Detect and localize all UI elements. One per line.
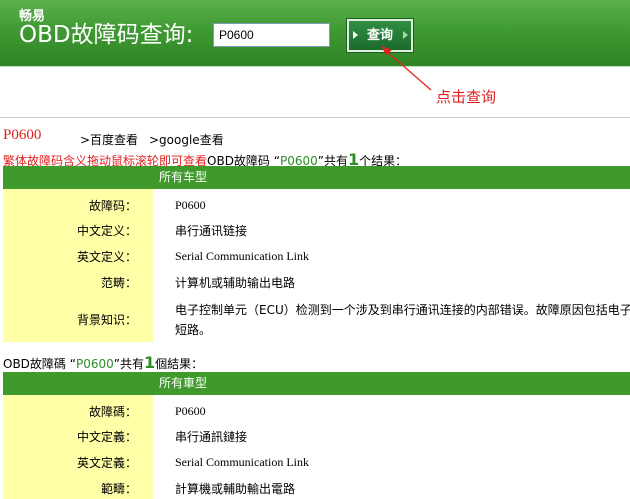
table-row: 背景知识： 电子控制单元（ECU）检测到一个涉及到串行通讯连接的内部错误。故障原… bbox=[3, 295, 630, 342]
table-row: 中文定義： 串行通訊鏈接 bbox=[3, 423, 630, 449]
row-label: 范畴： bbox=[3, 269, 153, 295]
header-banner: 畅易 OBD故障码查询: 查询 bbox=[0, 0, 630, 67]
row-value: 串行通讯链接 bbox=[175, 224, 248, 238]
table-row: 範疇： 計算機或輔助輸出電路 bbox=[3, 475, 630, 499]
arrow-right-icon bbox=[403, 31, 408, 39]
table-row: 中文定义： 串行通讯链接 bbox=[3, 217, 630, 243]
code-heading: P0600 bbox=[3, 127, 42, 143]
row-value: 計算機或輔助輸出電路 bbox=[175, 482, 296, 496]
notice-code: P0600 bbox=[75, 357, 114, 371]
google-link[interactable]: >google查看 bbox=[149, 131, 224, 148]
row-value: 计算机或辅助输出电路 bbox=[175, 276, 296, 290]
background-text: 电子控制单元（ECU）检测到一个涉及到串行通讯连接的内部错误。故障原因包括电子 bbox=[175, 303, 630, 317]
table-row: 英文定義： Serial Communication Link bbox=[3, 449, 630, 475]
result-table-traditional: 故障碼： P0600 中文定義： 串行通訊鏈接 英文定義： Serial Com… bbox=[3, 395, 630, 499]
click-hint-note: 点击查询 bbox=[436, 88, 497, 106]
notice-count: 1 bbox=[143, 353, 156, 372]
table-row: 范畴： 计算机或辅助输出电路 bbox=[3, 269, 630, 295]
code-search-input[interactable] bbox=[213, 23, 330, 47]
row-label: 英文定義： bbox=[3, 449, 153, 475]
table-row: 英文定义： Serial Communication Link bbox=[3, 243, 630, 269]
row-label: 範疇： bbox=[3, 475, 153, 499]
divider bbox=[0, 117, 630, 118]
row-label: 中文定义： bbox=[3, 217, 153, 243]
row-value: 电子控制单元（ECU）检测到一个涉及到串行通讯连接的内部错误。故障原因包括电子 … bbox=[175, 300, 630, 340]
background-text-cont: 短路。 bbox=[175, 323, 212, 337]
query-button-label: 查询 bbox=[366, 28, 393, 43]
row-value: 串行通訊鏈接 bbox=[175, 430, 248, 444]
baidu-link[interactable]: >百度查看 bbox=[80, 131, 138, 148]
tool-title: OBD故障码查询: bbox=[19, 22, 194, 48]
row-value: Serial Communication Link bbox=[175, 249, 309, 263]
row-label: 故障码： bbox=[3, 189, 153, 217]
section-title: 所有車型 bbox=[159, 376, 208, 390]
row-label: 背景知识： bbox=[3, 295, 153, 342]
table-row: 故障碼： P0600 bbox=[3, 395, 630, 423]
row-value: P0600 bbox=[175, 404, 206, 418]
section-header-simplified: 所有车型 bbox=[3, 166, 630, 189]
section-title: 所有车型 bbox=[159, 170, 208, 184]
table-row: 故障码： P0600 bbox=[3, 189, 630, 217]
row-label: 英文定义： bbox=[3, 243, 153, 269]
row-label: 中文定義： bbox=[3, 423, 153, 449]
arrow-right-icon bbox=[353, 31, 358, 39]
row-value: Serial Communication Link bbox=[175, 455, 309, 469]
result-table-simplified: 故障码： P0600 中文定义： 串行通讯链接 英文定义： Serial Com… bbox=[3, 189, 630, 342]
query-button[interactable]: 查询 bbox=[347, 19, 413, 52]
row-value: P0600 bbox=[175, 198, 206, 212]
row-label: 故障碼： bbox=[3, 395, 153, 423]
section-header-traditional: 所有車型 bbox=[3, 372, 630, 395]
result-notice-traditional: OBD故障碼 “P0600”共有1個結果： bbox=[3, 353, 204, 372]
